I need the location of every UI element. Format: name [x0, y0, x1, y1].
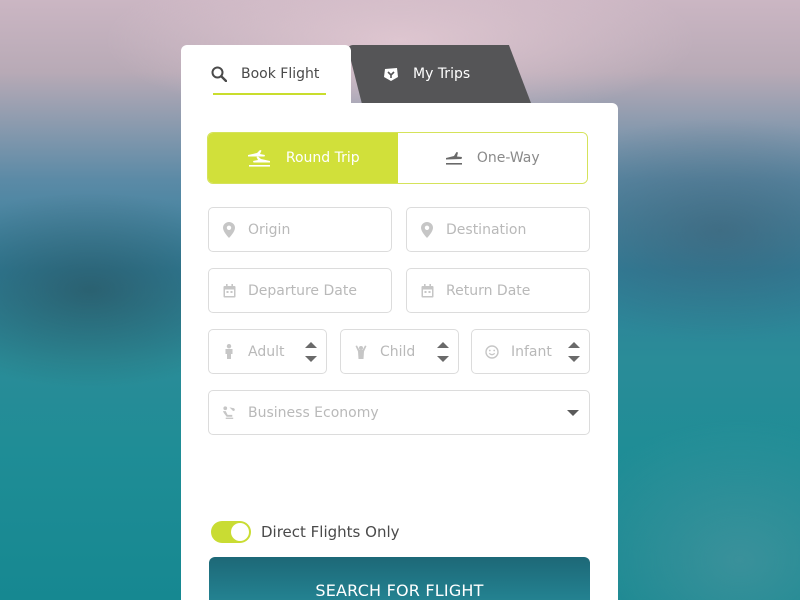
infant-count-field[interactable]: Infant	[471, 329, 590, 374]
calendar-icon	[222, 283, 236, 299]
child-count-field[interactable]: Child	[340, 329, 459, 374]
seat-icon	[222, 405, 236, 421]
destination-placeholder: Destination	[446, 221, 527, 238]
return-date-placeholder: Return Date	[446, 282, 531, 299]
cabin-class-select[interactable]: Business Economy	[208, 390, 590, 435]
booking-form: Round Trip One-Way Origin Destination De…	[181, 103, 618, 600]
infant-decrement-button[interactable]	[568, 356, 580, 362]
round-trip-plane-icon	[246, 149, 272, 167]
infant-stepper	[567, 338, 581, 366]
toggle-knob	[231, 523, 249, 541]
active-tab-indicator	[213, 93, 326, 95]
location-pin-icon	[222, 221, 236, 238]
direct-flights-row: Direct Flights Only	[211, 521, 400, 543]
adult-count-field[interactable]: Adult	[208, 329, 327, 374]
infant-placeholder: Infant	[511, 343, 552, 360]
one-way-label: One-Way	[476, 150, 540, 166]
adult-icon	[222, 344, 236, 360]
tab-my-trips-label: My Trips	[413, 66, 471, 82]
flight-booking-widget: Book Flight My Trips Round Trip One-Way	[181, 45, 618, 600]
origin-placeholder: Origin	[248, 221, 291, 238]
tab-book-flight-label: Book Flight	[241, 66, 320, 82]
direct-flights-label: Direct Flights Only	[261, 523, 400, 541]
tab-my-trips[interactable]: My Trips	[347, 45, 531, 103]
trip-type-toggle: Round Trip One-Way	[207, 132, 588, 184]
return-date-field[interactable]: Return Date	[406, 268, 590, 313]
child-increment-button[interactable]	[437, 342, 449, 348]
departure-date-field[interactable]: Departure Date	[208, 268, 392, 313]
one-way-option[interactable]: One-Way	[397, 133, 587, 183]
adult-increment-button[interactable]	[305, 342, 317, 348]
child-decrement-button[interactable]	[437, 356, 449, 362]
infant-increment-button[interactable]	[568, 342, 580, 348]
round-trip-option[interactable]: Round Trip	[208, 133, 398, 183]
child-stepper	[436, 338, 450, 366]
destination-field[interactable]: Destination	[406, 207, 590, 252]
search-flight-button[interactable]: SEARCH FOR FLIGHT	[209, 557, 590, 600]
map-icon	[381, 64, 401, 84]
origin-field[interactable]: Origin	[208, 207, 392, 252]
calendar-icon	[420, 283, 434, 299]
child-icon	[354, 344, 368, 360]
child-placeholder: Child	[380, 343, 416, 360]
infant-face-icon	[485, 344, 499, 360]
direct-flights-toggle[interactable]	[211, 521, 251, 543]
adult-stepper	[304, 338, 318, 366]
location-pin-icon	[420, 221, 434, 238]
search-icon	[209, 64, 229, 84]
cabin-class-value: Business Economy	[248, 404, 379, 421]
adult-decrement-button[interactable]	[305, 356, 317, 362]
one-way-plane-icon	[445, 151, 463, 165]
round-trip-label: Round Trip	[285, 150, 360, 166]
chevron-down-icon[interactable]	[567, 410, 579, 416]
departure-date-placeholder: Departure Date	[248, 282, 357, 299]
tab-book-flight[interactable]: Book Flight	[181, 45, 351, 103]
adult-placeholder: Adult	[248, 343, 285, 360]
